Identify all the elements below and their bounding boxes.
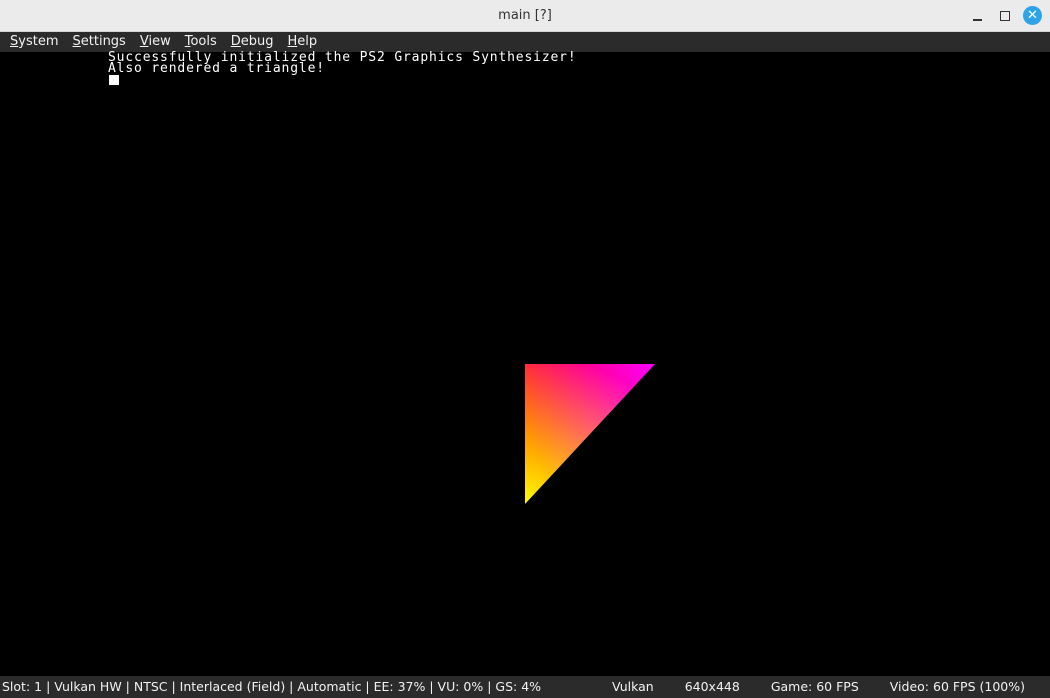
menu-debug[interactable]: Debug — [231, 32, 274, 52]
close-icon: ✕ — [1027, 8, 1038, 23]
maximize-icon — [1000, 11, 1010, 21]
rendered-triangle — [525, 364, 655, 504]
close-button[interactable]: ✕ — [1023, 6, 1042, 25]
menu-settings[interactable]: Settings — [73, 32, 126, 52]
status-bar: Slot: 1 | Vulkan HW | NTSC | Interlaced … — [0, 676, 1050, 698]
menu-tools[interactable]: Tools — [185, 32, 217, 52]
status-info: Slot: 1 | Vulkan HW | NTSC | Interlaced … — [2, 679, 542, 694]
game-display[interactable]: Successfully initialized the PS2 Graphic… — [0, 51, 1050, 676]
menu-help[interactable]: Help — [288, 32, 318, 52]
minimize-icon — [972, 19, 982, 21]
renderer-label: Vulkan — [612, 679, 654, 694]
video-fps-label: Video: 60 FPS (100%) — [889, 679, 1025, 694]
menu-bar: System Settings View Tools Debug Help — [0, 32, 1050, 52]
status-right-group: Vulkan 640x448 Game: 60 FPS Video: 60 FP… — [612, 676, 1025, 698]
minimize-button[interactable] — [967, 6, 987, 26]
menu-view[interactable]: View — [140, 32, 171, 52]
menu-system[interactable]: System — [10, 32, 59, 52]
triangle-green-layer — [525, 364, 655, 504]
window-title: main [?] — [498, 8, 552, 23]
emulator-window: main [?] ✕ System Settings View Tools De… — [0, 0, 1050, 698]
game-fps-label: Game: 60 FPS — [770, 679, 859, 694]
maximize-button[interactable] — [995, 6, 1015, 26]
title-bar[interactable]: main [?] ✕ — [0, 0, 1050, 32]
resolution-label: 640x448 — [684, 679, 740, 694]
